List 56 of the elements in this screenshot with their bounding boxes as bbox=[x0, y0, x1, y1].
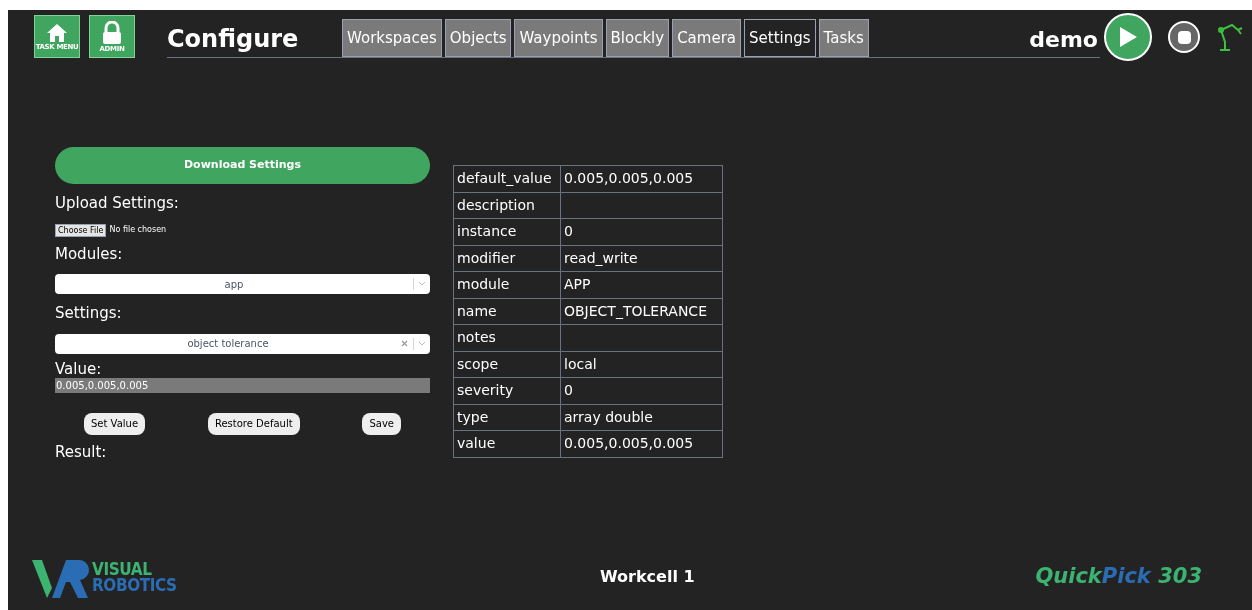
settings-select[interactable]: object tolerance bbox=[55, 333, 430, 354]
logo-text: ROBOTICS bbox=[92, 576, 177, 593]
page-title: Configure bbox=[167, 24, 300, 55]
table-cell: type bbox=[453, 404, 561, 431]
table-cell: module bbox=[453, 271, 561, 298]
value-label: Value: bbox=[55, 359, 103, 378]
table-cell: instance bbox=[453, 218, 561, 245]
chevron-down-icon bbox=[418, 340, 426, 347]
tab[interactable]: Tasks bbox=[818, 19, 869, 57]
table-cell: APP bbox=[564, 276, 591, 293]
tab[interactable]: Camera bbox=[672, 19, 741, 57]
file-status: No file chosen bbox=[109, 224, 167, 236]
action-button[interactable]: Set Value bbox=[84, 412, 146, 435]
table-cell: description bbox=[453, 192, 561, 219]
table-cell: severity bbox=[453, 377, 561, 404]
tab[interactable]: Objects bbox=[444, 19, 512, 57]
chevron-down-icon bbox=[418, 281, 426, 287]
play-button[interactable] bbox=[1104, 13, 1152, 61]
choose-file-button[interactable]: Choose File bbox=[55, 223, 107, 237]
table-cell: 0.005,0.005,0.005 bbox=[564, 170, 694, 187]
workcell-label: Workcell 1 bbox=[600, 565, 695, 588]
table-cell: local bbox=[564, 355, 597, 372]
tab[interactable]: Blockly bbox=[605, 19, 670, 57]
home-icon bbox=[46, 22, 68, 43]
table-cell: notes bbox=[453, 324, 561, 351]
value-field[interactable]: 0.005,0.005,0.005 bbox=[55, 377, 430, 393]
table-cell: value bbox=[453, 430, 561, 457]
table-cell: 0 bbox=[564, 382, 573, 399]
table-cell: modifier bbox=[453, 245, 561, 272]
table-cell: default_value bbox=[453, 165, 561, 192]
table-cell: 0 bbox=[564, 223, 573, 240]
stop-button[interactable] bbox=[1168, 21, 1200, 53]
modules-select[interactable]: app bbox=[55, 274, 430, 294]
result-label: Result: bbox=[55, 441, 108, 463]
user-name: demo bbox=[1029, 26, 1098, 54]
table-cell: 0.005,0.005,0.005 bbox=[564, 435, 694, 452]
lock-icon bbox=[102, 20, 122, 45]
action-button[interactable]: Save bbox=[362, 412, 401, 435]
modules-label: Modules: bbox=[55, 243, 124, 265]
product-name: QuickPick 303 bbox=[1035, 562, 1202, 590]
tab[interactable]: Workspaces bbox=[342, 19, 442, 57]
table-cell: name bbox=[453, 298, 561, 325]
table-cell: array double bbox=[564, 408, 653, 425]
tab[interactable]: Waypoints bbox=[514, 19, 603, 57]
clear-icon[interactable] bbox=[401, 340, 408, 347]
action-button[interactable]: Restore Default bbox=[207, 412, 300, 435]
robot-arm-icon[interactable] bbox=[1216, 22, 1244, 52]
table-cell: read_write bbox=[564, 249, 638, 266]
table-cell: OBJECT_TOLERANCE bbox=[564, 302, 707, 319]
upload-label: Upload Settings: bbox=[55, 193, 180, 214]
settings-label: Settings: bbox=[55, 303, 123, 324]
play-icon bbox=[1118, 26, 1138, 48]
table-cell: scope bbox=[453, 351, 561, 378]
tab[interactable]: Settings bbox=[744, 19, 816, 57]
logo-text: VISUAL bbox=[92, 560, 152, 577]
download-settings-button[interactable]: Download Settings bbox=[55, 147, 430, 184]
